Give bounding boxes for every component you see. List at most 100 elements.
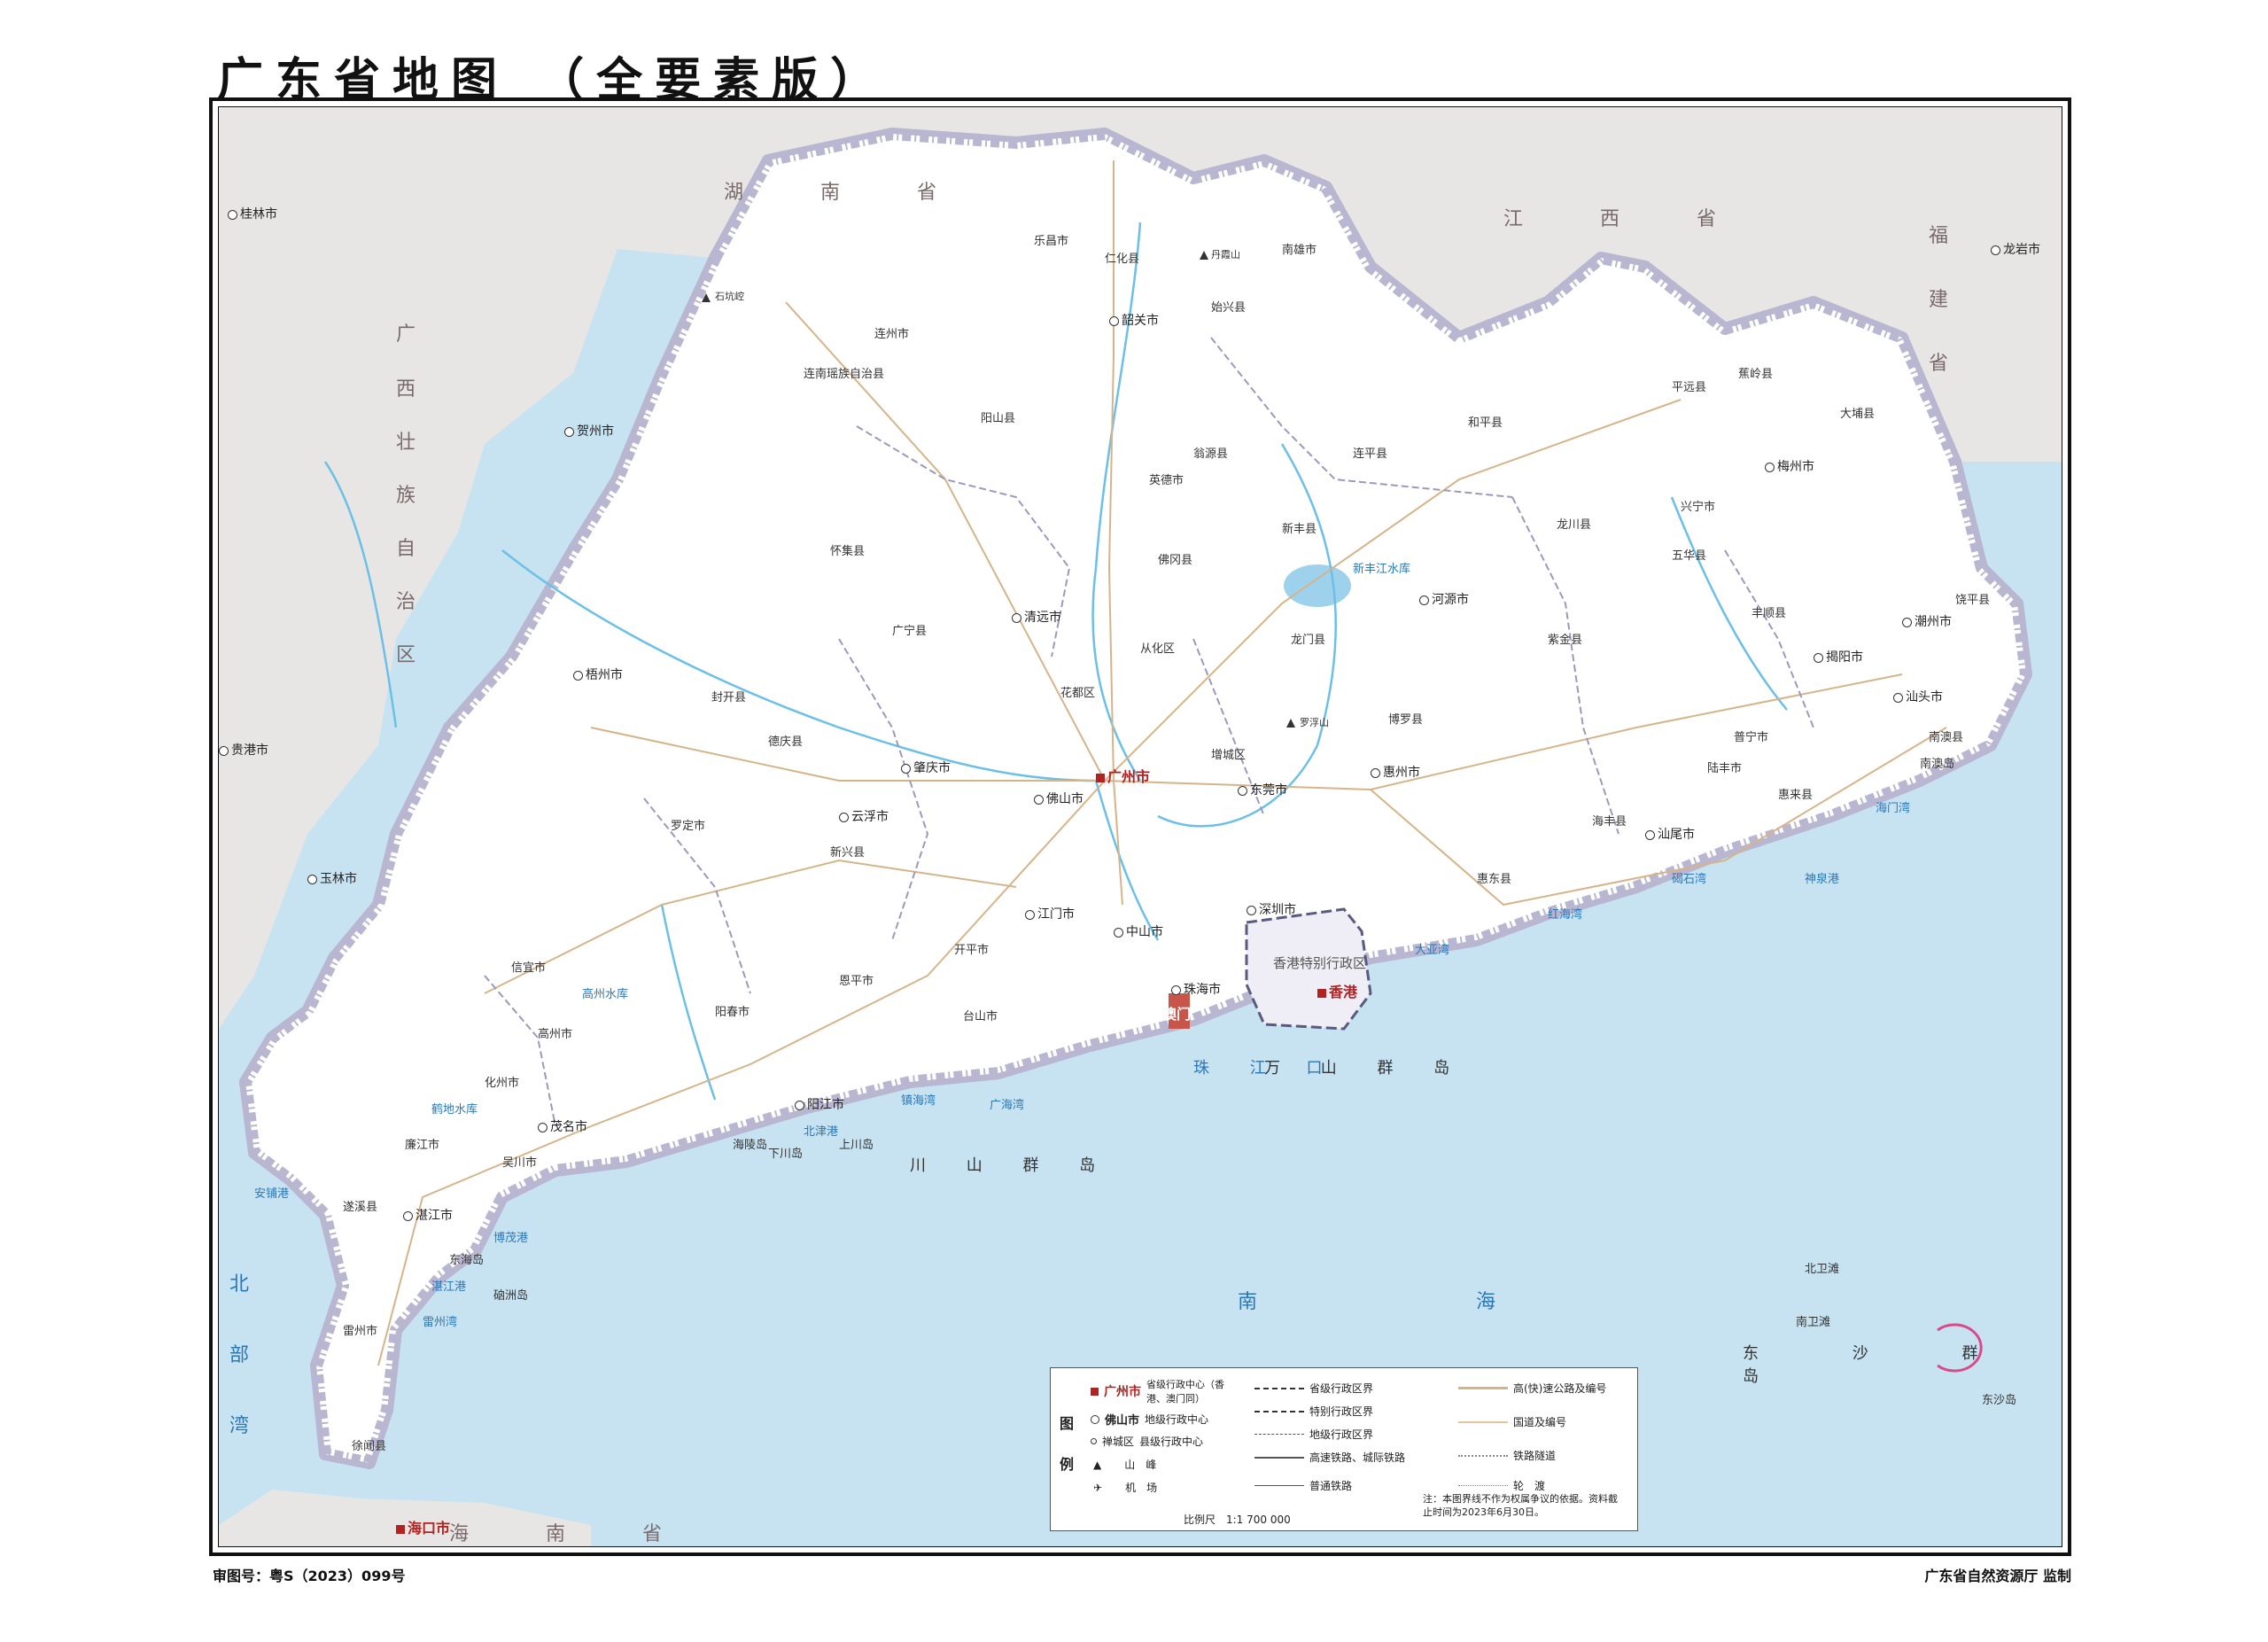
- city-shaoguan[interactable]: 韶关市: [1109, 311, 1159, 329]
- label-guangxi-6: 治: [396, 591, 416, 613]
- city-dongguan[interactable]: 东莞市: [1238, 781, 1287, 798]
- city-label: 龙岩市: [2003, 243, 2040, 257]
- county-shixing: 始兴县: [1211, 298, 1246, 315]
- city-wuzhou[interactable]: 梧州市: [573, 665, 623, 683]
- county-jiaoling: 蕉岭县: [1738, 364, 1773, 381]
- city-guigang[interactable]: 贵港市: [219, 741, 268, 759]
- peak-shikengkong: 石坑崆: [715, 289, 744, 303]
- city-zhongshan[interactable]: 中山市: [1114, 922, 1163, 940]
- water-bomao: 博茂港: [493, 1228, 528, 1245]
- label-beibu-3: 湾: [229, 1415, 268, 1437]
- county-guangning: 广宁县: [892, 621, 927, 638]
- county-lianping: 连平县: [1353, 444, 1387, 461]
- city-label: 玉林市: [320, 872, 357, 886]
- water-beijin: 北津港: [804, 1122, 838, 1139]
- city-label: 河源市: [1432, 593, 1469, 607]
- county-label: 恩平市: [839, 975, 874, 988]
- city-guilin[interactable]: 桂林市: [228, 205, 277, 222]
- county-huazhou: 化州市: [485, 1073, 519, 1090]
- county-zengcheng: 增城区: [1211, 745, 1246, 762]
- label-guangxi-2: 西: [396, 378, 416, 401]
- county-label: 雷州市: [343, 1325, 378, 1338]
- island-label: 硇洲岛: [493, 1289, 529, 1303]
- city-maoming[interactable]: 茂名市: [538, 1117, 587, 1135]
- label-hunan: 湖 南 省: [724, 182, 972, 204]
- legend-capital: 广州市 省级行政中心（香港、澳门同）: [1091, 1377, 1226, 1405]
- label-zhujiangkou: 珠 江 口: [1193, 1059, 1340, 1078]
- label-guangxi-1: 广: [396, 323, 416, 346]
- city-label: 贵港市: [231, 743, 268, 758]
- city-zhaoqing[interactable]: 肇庆市: [901, 759, 951, 776]
- city-dot-icon: [219, 745, 229, 756]
- city-huizhou[interactable]: 惠州市: [1371, 763, 1420, 781]
- water-hedi: 鹤地水库: [431, 1100, 478, 1117]
- island-label: 上川岛: [839, 1139, 874, 1152]
- label-south-china-sea: 南 海: [1238, 1291, 1602, 1313]
- city-zhanjiang[interactable]: 湛江市: [403, 1206, 453, 1224]
- peak-danxia: 丹霞山: [1211, 247, 1240, 261]
- legend-sar-border: 特别行政区界: [1254, 1404, 1373, 1419]
- county-label: 饶平县: [1955, 594, 1991, 607]
- county-label: 封开县: [711, 691, 747, 704]
- approval-number: 审图号：粤S（2023）099号: [213, 1568, 406, 1584]
- water-label: 镇海湾: [901, 1094, 936, 1108]
- city-dot-icon: [1371, 767, 1380, 778]
- island-shangchuan: 上川岛: [839, 1135, 874, 1152]
- city-foshan[interactable]: 佛山市: [1034, 790, 1084, 807]
- county-puning: 普宁市: [1734, 728, 1768, 744]
- water-zhanjiang_bay: 湛江港: [431, 1277, 466, 1294]
- county-heping: 和平县: [1468, 413, 1503, 430]
- island-naozhou: 硇洲岛: [493, 1286, 528, 1303]
- water-guanghai: 广海湾: [990, 1095, 1024, 1112]
- legend-expressway: 高(快)速公路及编号: [1458, 1381, 1606, 1396]
- island-hailing: 海陵岛: [733, 1135, 767, 1152]
- county-lechang: 乐昌市: [1034, 231, 1068, 248]
- island-nanao_is: 南澳岛: [1920, 754, 1954, 771]
- county-label: 化州市: [485, 1077, 520, 1090]
- city-yangjiang[interactable]: 阳江市: [795, 1095, 844, 1113]
- island-label: 南澳岛: [1920, 758, 1955, 771]
- city-qingyuan[interactable]: 清远市: [1012, 608, 1061, 626]
- county-fengkai: 封开县: [711, 688, 746, 704]
- island-nanwei: 南卫滩: [1796, 1312, 1830, 1329]
- city-shantou[interactable]: 汕头市: [1893, 688, 1943, 705]
- city-shanwei[interactable]: 汕尾市: [1645, 825, 1695, 843]
- city-chaozhou[interactable]: 潮州市: [1902, 612, 1952, 630]
- city-label: 汕头市: [1906, 690, 1943, 704]
- city-dot-icon: [795, 1100, 804, 1110]
- county-label: 陆丰市: [1707, 762, 1743, 775]
- city-jiangmen[interactable]: 江门市: [1025, 905, 1075, 922]
- city-label: 韶关市: [1122, 314, 1159, 328]
- city-guangzhou[interactable]: 广州市: [1096, 765, 1150, 786]
- county-huidong: 惠东县: [1477, 869, 1511, 886]
- city-jieyang[interactable]: 揭阳市: [1814, 648, 1863, 665]
- city-longyan[interactable]: 龙岩市: [1991, 240, 2040, 258]
- city-meizhou[interactable]: 梅州市: [1765, 457, 1814, 475]
- county-liannan: 连南瑶族自治县: [804, 364, 884, 381]
- city-haikou[interactable]: 海口市: [396, 1516, 450, 1537]
- city-hezhou[interactable]: 贺州市: [564, 422, 614, 440]
- city-heyuan[interactable]: 河源市: [1419, 590, 1469, 608]
- city-dot-icon: [1902, 617, 1912, 627]
- county-label: 信宜市: [511, 961, 547, 975]
- water-haimen: 海门湾: [1876, 798, 1910, 815]
- peak-label: 罗浮山: [1300, 717, 1329, 728]
- county-taishan: 台山市: [963, 1007, 998, 1023]
- city-label: 深圳市: [1259, 903, 1296, 917]
- city-yunfu[interactable]: 云浮市: [839, 807, 889, 825]
- city-yulin[interactable]: 玉林市: [307, 869, 357, 887]
- map-canvas[interactable]: 湖 南 省 江 西 省 福 建 省 广 西 壮 族 自 治 区 海 南 省 南 …: [218, 106, 2062, 1547]
- city-zhuhai[interactable]: 珠海市: [1171, 980, 1221, 998]
- county-label: 新兴县: [830, 846, 866, 860]
- city-macau[interactable]: 澳门: [1162, 1002, 1191, 1023]
- city-dot-icon: [839, 812, 849, 822]
- city-dot-icon: [564, 426, 574, 437]
- county-label: 南澳县: [1929, 731, 1964, 744]
- city-shenzhen[interactable]: 深圳市: [1247, 900, 1296, 918]
- county-label: 五华县: [1672, 549, 1707, 563]
- city-dot-icon: [1114, 927, 1123, 938]
- water-label: 红海湾: [1548, 908, 1583, 922]
- county-label: 阳山县: [981, 412, 1016, 425]
- city-hongkong[interactable]: 香港: [1317, 980, 1357, 1001]
- county-label: 蕉岭县: [1738, 368, 1774, 381]
